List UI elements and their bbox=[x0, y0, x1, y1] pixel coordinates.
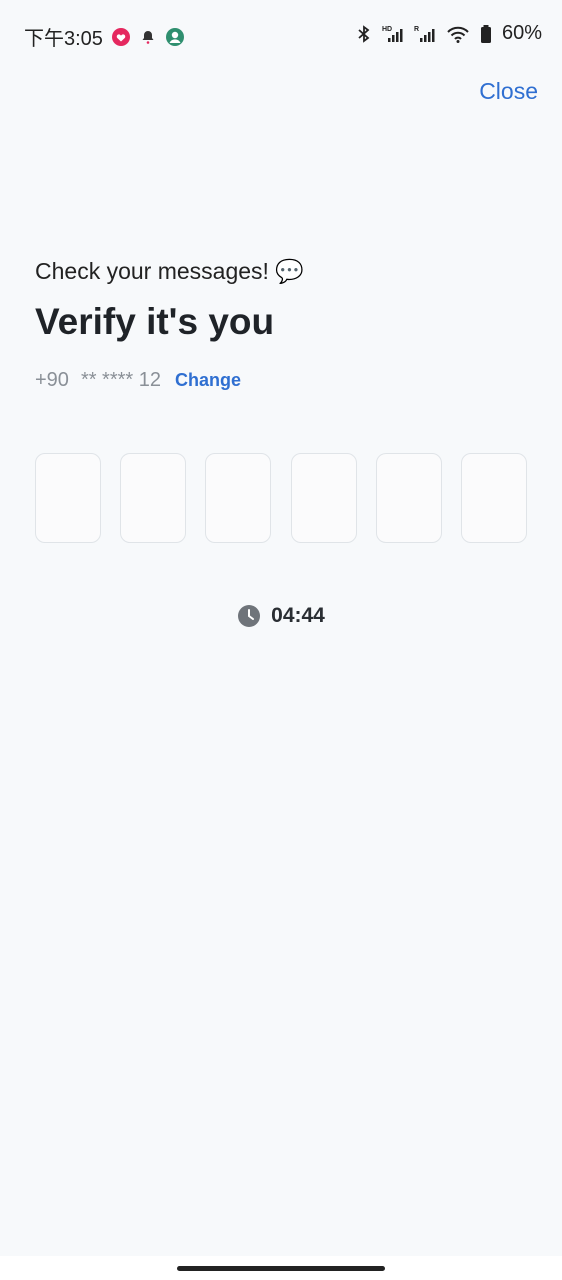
otp-digit-2[interactable] bbox=[120, 453, 187, 543]
network-hd-label: HD bbox=[382, 26, 392, 33]
kicker-text: Check your messages! 💬 bbox=[35, 258, 304, 284]
verify-content: Check your messages! 💬 Verify it's you +… bbox=[35, 258, 527, 392]
otp-digit-5[interactable] bbox=[375, 453, 442, 543]
countdown-timer: 04:44 bbox=[0, 604, 562, 628]
page-title: Verify it's you bbox=[35, 301, 275, 342]
status-right: HD R 60% bbox=[356, 22, 542, 45]
battery-percent: 60% bbox=[501, 22, 542, 44]
clock-icon bbox=[237, 604, 261, 628]
network-r-label: R bbox=[414, 26, 419, 33]
battery-icon bbox=[480, 24, 492, 44]
phone-masked: ** **** 12 bbox=[80, 369, 161, 391]
signal-r-icon: R bbox=[414, 24, 436, 44]
otp-digit-1[interactable] bbox=[35, 453, 101, 543]
heart-notification-icon bbox=[111, 27, 131, 47]
wifi-icon bbox=[446, 24, 470, 44]
close-button[interactable]: Close bbox=[479, 78, 538, 105]
otp-digit-4[interactable] bbox=[290, 453, 357, 543]
timer-value: 04:44 bbox=[271, 604, 325, 627]
otp-input-row bbox=[35, 453, 527, 545]
status-bar: 下午3:05 HD R 60% bbox=[0, 0, 562, 70]
phone-prefix: +90 bbox=[35, 369, 69, 391]
otp-digit-6[interactable] bbox=[460, 453, 527, 543]
change-phone-link[interactable]: Change bbox=[175, 370, 241, 391]
bell-icon bbox=[139, 28, 157, 46]
signal-hd-icon: HD bbox=[382, 24, 404, 44]
bluetooth-icon bbox=[356, 24, 372, 44]
avatar-icon bbox=[165, 27, 185, 47]
status-time: 下午3:05 bbox=[24, 28, 103, 50]
home-indicator[interactable] bbox=[177, 1266, 385, 1271]
otp-digit-3[interactable] bbox=[205, 453, 272, 543]
status-left: 下午3:05 bbox=[24, 22, 185, 51]
phone-row: +90 ** **** 12 Change bbox=[35, 369, 527, 392]
